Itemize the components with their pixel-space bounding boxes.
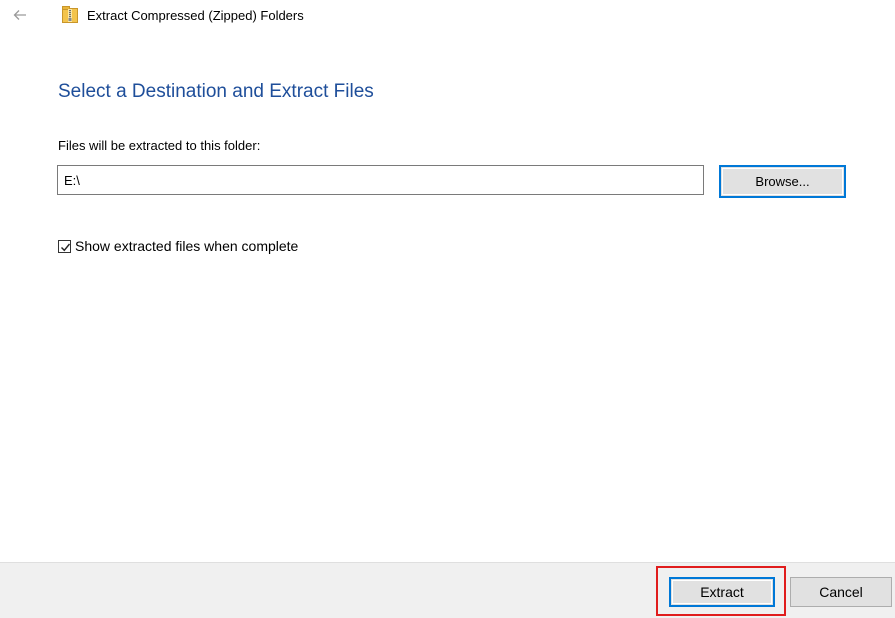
cancel-button[interactable]: Cancel xyxy=(790,577,892,607)
extract-dialog: Extract Compressed (Zipped) Folders Sele… xyxy=(0,0,895,618)
extract-button[interactable]: Extract xyxy=(669,577,775,607)
show-files-checkbox-label: Show extracted files when complete xyxy=(75,238,299,254)
extract-button-label: Extract xyxy=(672,580,772,604)
show-files-checkbox[interactable] xyxy=(58,239,71,253)
window-title: Extract Compressed (Zipped) Folders xyxy=(87,8,304,23)
back-arrow-icon[interactable] xyxy=(12,7,28,23)
zip-folder-icon xyxy=(62,6,78,24)
browse-button[interactable]: Browse... xyxy=(719,165,846,198)
destination-label: Files will be extracted to this folder: xyxy=(58,138,261,153)
destination-path-input[interactable] xyxy=(57,165,704,195)
browse-button-label: Browse... xyxy=(722,168,843,195)
page-heading: Select a Destination and Extract Files xyxy=(58,81,374,102)
show-files-checkbox-row[interactable]: Show extracted files when complete xyxy=(58,236,298,256)
checkmark-icon xyxy=(61,243,71,251)
